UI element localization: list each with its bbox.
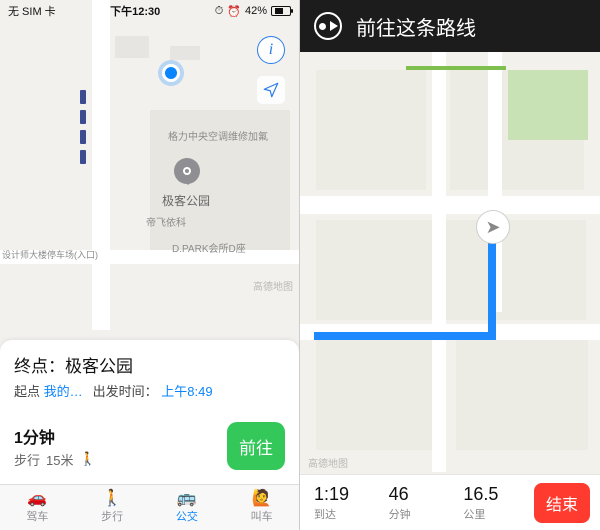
tab-walk[interactable]: 🚶 步行 xyxy=(75,485,150,530)
eta-value: 1分钟 xyxy=(14,424,96,448)
origin-label: 起点 xyxy=(14,384,40,399)
status-bar: 无 SIM 卡 下午12:30 ⏱ ⏰ 42% xyxy=(0,0,299,22)
destination-pin[interactable] xyxy=(174,158,200,184)
right-screenshot: ➤ 高德地图 前往这条路线 1:19 到达 46 分钟 16.5 公里 结束 xyxy=(300,0,600,530)
navigation-cursor: ➤ xyxy=(476,210,510,244)
tab-label: 公交 xyxy=(176,508,198,524)
walk-icon: 🚶 xyxy=(102,491,122,507)
nav-arrow-icon: ➤ xyxy=(485,217,500,238)
map-label-west: 设计师大楼停车场(入口) xyxy=(2,248,98,261)
navigation-banner[interactable]: 前往这条路线 xyxy=(300,0,600,52)
go-button[interactable]: 前往 xyxy=(227,422,285,470)
go-button-label: 前往 xyxy=(239,434,273,459)
battery-percent: 42% xyxy=(245,5,267,17)
destination-row: 终点：极客公园 xyxy=(14,352,285,377)
locate-me-button[interactable] xyxy=(257,76,285,104)
arrival-label: 到达 xyxy=(314,506,381,522)
map-label-south2: D.PARK会所D座 xyxy=(172,240,246,255)
tab-ride[interactable]: 🙋 叫车 xyxy=(224,485,299,530)
info-icon: i xyxy=(269,41,273,59)
depart-label: 出发时间： xyxy=(93,384,158,399)
distance-value: 16.5 xyxy=(463,484,530,505)
map-canvas-right[interactable]: ➤ 高德地图 xyxy=(300,0,600,530)
metric-distance: 16.5 公里 xyxy=(459,484,534,522)
proceed-route-icon xyxy=(314,12,342,40)
bus-icon: 🚌 xyxy=(177,491,197,507)
status-time: 下午12:30 xyxy=(110,3,160,19)
arrival-value: 1:19 xyxy=(314,484,381,505)
map-watermark-right: 高德地图 xyxy=(308,455,348,470)
carrier-text: 无 SIM 卡 xyxy=(8,3,56,19)
metric-duration: 46 分钟 xyxy=(385,484,460,522)
clock-icon: ⏰ xyxy=(227,5,241,18)
destination-prefix: 终点： xyxy=(14,357,65,376)
duration-value: 46 xyxy=(389,484,456,505)
current-location-dot xyxy=(162,64,180,82)
end-button-label: 结束 xyxy=(546,491,578,515)
tab-label: 叫车 xyxy=(251,508,273,524)
left-screenshot: 格力中央空调维修加氟 帝飞依科 D.PARK会所D座 设计师大楼停车场(入口) … xyxy=(0,0,300,530)
map-label-north: 格力中央空调维修加氟 xyxy=(168,128,268,143)
route-summary-card[interactable]: 终点：极客公园 起点 我的… 出发时间： 上午8:49 1分钟 步行 15米 🚶 xyxy=(0,340,299,484)
map-watermark-left: 高德地图 xyxy=(253,278,293,293)
depart-value[interactable]: 上午8:49 xyxy=(161,384,212,399)
metric-arrival: 1:19 到达 xyxy=(310,484,385,522)
location-arrow-icon xyxy=(262,81,280,99)
origin-value[interactable]: 我的… xyxy=(44,384,83,399)
eta-sub-value: 15米 xyxy=(46,450,73,469)
bottom-tab-bar: 🚗 驾车 🚶 步行 🚌 公交 🙋 叫车 xyxy=(0,484,299,530)
navigation-metrics-bar: 1:19 到达 46 分钟 16.5 公里 结束 xyxy=(300,474,600,530)
destination-name: 极客公园 xyxy=(65,357,133,376)
car-icon: 🚗 xyxy=(27,491,47,507)
tab-transit[interactable]: 🚌 公交 xyxy=(150,485,225,530)
banner-text: 前往这条路线 xyxy=(356,12,476,41)
battery-icon xyxy=(271,6,291,16)
tab-drive[interactable]: 🚗 驾车 xyxy=(0,485,75,530)
alarm-icon: ⏱ xyxy=(215,5,224,18)
distance-label: 公里 xyxy=(463,506,530,522)
duration-label: 分钟 xyxy=(389,506,456,522)
info-button[interactable]: i xyxy=(257,36,285,64)
walk-icon: 🚶 xyxy=(79,451,95,467)
tab-label: 步行 xyxy=(101,508,123,524)
hail-icon: 🙋 xyxy=(252,491,272,507)
map-label-south1: 帝飞依科 xyxy=(146,214,186,229)
tab-label: 驾车 xyxy=(26,508,48,524)
end-navigation-button[interactable]: 结束 xyxy=(534,483,590,523)
eta-sub-prefix: 步行 xyxy=(14,450,40,469)
destination-pin-label: 极客公园 xyxy=(162,192,210,209)
